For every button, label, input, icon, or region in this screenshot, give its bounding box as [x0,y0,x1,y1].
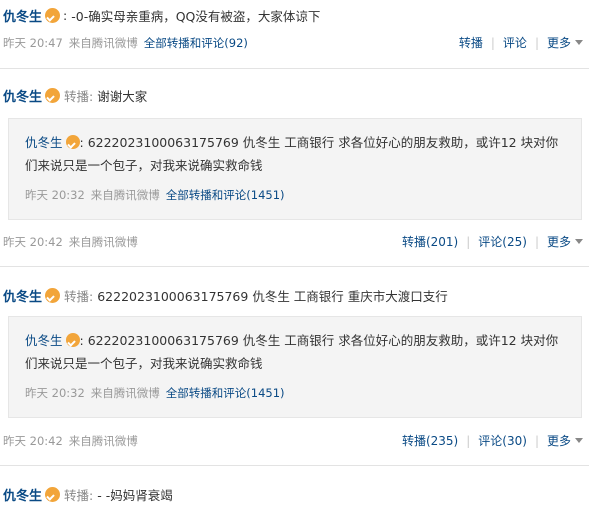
quoted-post: 仇冬生: 6222023100063175769 仇冬生 工商银行 求各位好心的… [8,316,582,418]
quoted-author-name[interactable]: 仇冬生 [25,333,63,348]
retweet-label: 转播: [64,289,94,304]
post-source: 来自腾讯微博 [68,434,138,448]
more-menu[interactable]: 更多 [547,34,583,51]
chevron-down-icon [575,438,583,443]
post-source: 来自腾讯微博 [68,235,138,249]
quoted-post: 仇冬生: 6222023100063175769 仇冬生 工商银行 求各位好心的… [8,118,582,220]
verified-badge-icon [45,8,61,23]
more-menu[interactable]: 更多 [547,233,583,250]
quoted-time[interactable]: 昨天 20:32 [25,187,85,203]
post-text: 6222023100063175769 仇冬生 工商银行 重庆市大渡口支行 [97,289,448,304]
quoted-text: 6222023100063175769 仇冬生 工商银行 求各位好心的朋友救助，… [25,135,559,173]
verified-badge-icon [45,288,61,303]
post-text: 谢谢大家 [97,89,148,104]
quoted-body: 仇冬生: 6222023100063175769 仇冬生 工商银行 求各位好心的… [25,333,559,371]
author-name[interactable]: 仇冬生 [3,286,42,305]
retweet-label: 转播: [64,89,94,104]
chevron-down-icon [575,239,583,244]
author-name[interactable]: 仇冬生 [3,6,42,25]
verified-badge-icon [65,135,80,149]
quoted-author-name[interactable]: 仇冬生 [25,135,63,150]
verified-badge-icon [65,333,80,347]
quoted-all-retweets-link[interactable]: 全部转播和评论(1451) [166,187,285,203]
quoted-text: 6222023100063175769 仇冬生 工商银行 求各位好心的朋友救助，… [25,333,559,371]
quoted-body: 仇冬生: 6222023100063175769 仇冬生 工商银行 求各位好心的… [25,135,559,173]
retweet-button[interactable]: 转播 [459,34,483,51]
all-retweets-link[interactable]: 全部转播和评论(92) [144,35,248,51]
comment-button[interactable]: 评论(25) [478,233,527,250]
chevron-down-icon [575,40,583,45]
retweet-button[interactable]: 转播(201) [402,233,458,250]
post-text: -0-确实母亲重病，QQ没有被盗，大家体谅下 [71,9,321,24]
verified-badge-icon [45,487,61,502]
post-time[interactable]: 昨天 20:42 [3,433,63,449]
author-name[interactable]: 仇冬生 [3,485,42,504]
post-divider [0,266,589,267]
comment-button[interactable]: 评论 [503,34,527,51]
comment-button[interactable]: 评论(30) [478,432,527,449]
retweet-label: 转播: [64,488,94,503]
quoted-time[interactable]: 昨天 20:32 [25,385,85,401]
quoted-source: 来自腾讯微博 [90,386,160,400]
verified-badge-icon [45,88,61,103]
retweet-button[interactable]: 转播(235) [402,432,458,449]
author-name[interactable]: 仇冬生 [3,86,42,105]
more-menu[interactable]: 更多 [547,432,583,449]
post-divider [0,68,589,69]
quoted-source: 来自腾讯微博 [90,188,160,202]
post-text: - -妈妈肾衰竭 [97,488,173,503]
quoted-all-retweets-link[interactable]: 全部转播和评论(1451) [166,385,285,401]
post-divider [0,465,589,466]
post-time[interactable]: 昨天 20:42 [3,234,63,250]
post-time[interactable]: 昨天 20:47 [3,35,63,51]
post-source: 来自腾讯微博 [68,36,138,50]
